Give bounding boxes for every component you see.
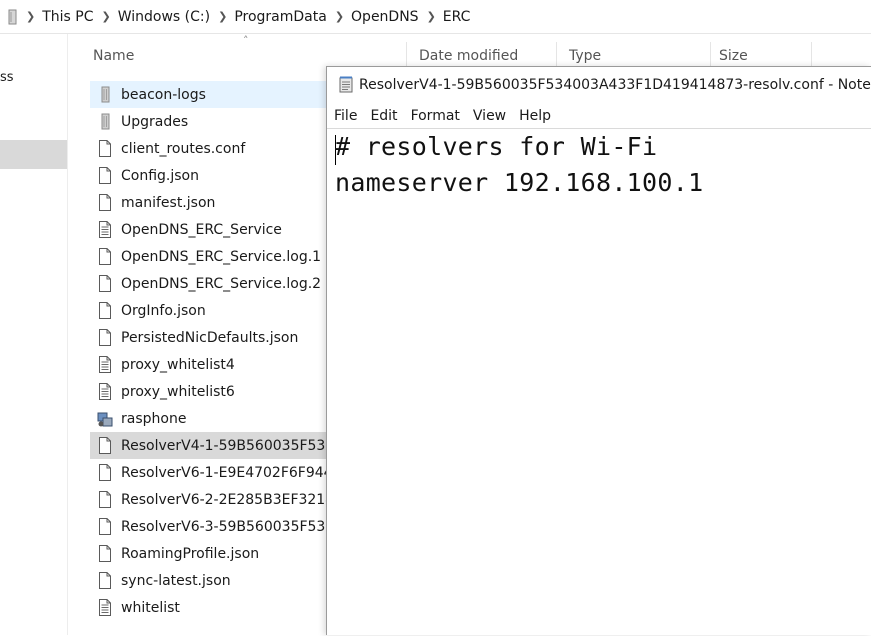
text-line-2: nameserver 192.168.100.1 <box>335 168 704 197</box>
file-icon <box>97 490 113 509</box>
file-name: proxy_whitelist4 <box>121 356 235 373</box>
file-icon <box>97 247 113 266</box>
file-row[interactable]: ResolverV6-3-59B560035F5340 <box>90 513 350 540</box>
nav-item-selected[interactable] <box>0 140 67 169</box>
chevron-right-icon[interactable]: ❯ <box>335 10 344 23</box>
file-row[interactable]: RoamingProfile.json <box>90 540 350 567</box>
file-icon <box>97 166 113 185</box>
file-name: RoamingProfile.json <box>121 545 260 562</box>
file-row[interactable]: OrgInfo.json <box>90 297 350 324</box>
file-row[interactable]: ResolverV6-1-E9E4702F6F94438 <box>90 459 350 486</box>
navigation-pane: ss <box>0 34 68 635</box>
drive-icon <box>8 9 18 25</box>
column-divider[interactable] <box>811 42 812 68</box>
file-row[interactable]: manifest.json <box>90 189 350 216</box>
file-name: Upgrades <box>121 113 189 130</box>
text-file-icon <box>97 355 113 374</box>
phonebook-icon <box>97 409 113 428</box>
column-size[interactable]: Size <box>719 48 748 64</box>
address-bar[interactable]: ❯ This PC ❯ Windows (C:) ❯ ProgramData ❯… <box>0 0 871 34</box>
file-name: ResolverV6-2-2E285B3EF32140 <box>121 491 344 508</box>
file-icon <box>97 436 113 455</box>
chevron-right-icon[interactable]: ❯ <box>102 10 111 23</box>
nav-item-label[interactable]: ss <box>0 70 14 85</box>
file-row[interactable]: ResolverV4-1-59B560035F534003A433F1D4194… <box>90 432 326 459</box>
chevron-right-icon[interactable]: ❯ <box>427 10 436 23</box>
column-date-modified[interactable]: Date modified <box>419 48 518 64</box>
menu-edit[interactable]: Edit <box>364 108 403 124</box>
column-divider[interactable] <box>556 42 557 68</box>
file-icon <box>97 301 113 320</box>
file-row[interactable]: PersistedNicDefaults.json <box>90 324 350 351</box>
breadcrumb-opendns[interactable]: OpenDNS <box>351 9 419 25</box>
menu-bar: File Edit Format View Help <box>327 104 871 128</box>
breadcrumb-erc[interactable]: ERC <box>443 9 471 25</box>
text-file-icon <box>97 598 113 617</box>
file-row[interactable]: OpenDNS_ERC_Service <box>90 216 350 243</box>
window-title: ResolverV4-1-59B560035F534003A433F1D4194… <box>359 76 871 93</box>
file-name: Config.json <box>121 167 199 184</box>
file-row[interactable]: whitelist <box>90 594 350 621</box>
chevron-right-icon[interactable]: ❯ <box>26 10 35 23</box>
file-row[interactable]: OpenDNS_ERC_Service.log.1 <box>90 243 350 270</box>
menu-view[interactable]: View <box>467 108 512 124</box>
file-name: client_routes.conf <box>121 140 246 157</box>
file-icon <box>97 139 113 158</box>
file-name: ResolverV4-1-59B560035F534003A433F1D4194… <box>121 437 326 454</box>
text-file-icon <box>97 220 113 239</box>
file-row[interactable]: proxy_whitelist4 <box>90 351 350 378</box>
file-icon <box>97 571 113 590</box>
text-file-icon <box>97 382 113 401</box>
file-row[interactable]: OpenDNS_ERC_Service.log.2 <box>90 270 350 297</box>
sort-up-icon: ˄ <box>243 34 249 47</box>
file-icon <box>97 517 113 536</box>
text-editor-area[interactable]: # resolvers for Wi-Fi nameserver 192.168… <box>327 128 871 636</box>
breadcrumb-programdata[interactable]: ProgramData <box>234 9 327 25</box>
title-bar[interactable]: ResolverV4-1-59B560035F534003A433F1D4194… <box>327 67 871 102</box>
file-name: proxy_whitelist6 <box>121 383 235 400</box>
text-line-1: # resolvers for Wi-Fi <box>335 132 658 161</box>
file-row[interactable]: sync-latest.json <box>90 567 350 594</box>
column-divider[interactable] <box>406 42 407 68</box>
file-row[interactable]: rasphone <box>90 405 350 432</box>
file-row[interactable]: client_routes.conf <box>90 135 350 162</box>
menu-help[interactable]: Help <box>513 108 557 124</box>
file-name: beacon-logs <box>121 86 206 103</box>
folder-icon <box>97 112 113 131</box>
file-name: PersistedNicDefaults.json <box>121 329 299 346</box>
file-icon <box>97 193 113 212</box>
file-name: OrgInfo.json <box>121 302 206 319</box>
breadcrumb-this-pc[interactable]: This PC <box>42 9 93 25</box>
file-name: whitelist <box>121 599 180 616</box>
file-row[interactable]: beacon-logs <box>90 81 326 108</box>
breadcrumb-windows-c[interactable]: Windows (C:) <box>118 9 210 25</box>
file-name: ResolverV6-1-E9E4702F6F94438 <box>121 464 350 481</box>
file-name: OpenDNS_ERC_Service.log.2 <box>121 275 322 292</box>
menu-format[interactable]: Format <box>405 108 466 124</box>
notepad-window: ResolverV4-1-59B560035F534003A433F1D4194… <box>326 66 871 635</box>
file-name: OpenDNS_ERC_Service.log.1 <box>121 248 322 265</box>
chevron-right-icon[interactable]: ❯ <box>218 10 227 23</box>
file-name: OpenDNS_ERC_Service <box>121 221 282 238</box>
file-name: sync-latest.json <box>121 572 231 589</box>
file-row[interactable]: proxy_whitelist6 <box>90 378 350 405</box>
column-divider[interactable] <box>710 42 711 68</box>
file-icon <box>97 274 113 293</box>
column-name[interactable]: Name <box>93 48 134 64</box>
file-name: rasphone <box>121 410 187 427</box>
file-row[interactable]: ResolverV6-2-2E285B3EF32140 <box>90 486 350 513</box>
notepad-icon <box>339 76 353 93</box>
folder-icon <box>97 85 113 104</box>
file-icon <box>97 544 113 563</box>
file-row[interactable]: Config.json <box>90 162 350 189</box>
column-type[interactable]: Type <box>569 48 601 64</box>
file-name: manifest.json <box>121 194 216 211</box>
file-row[interactable]: Upgrades <box>90 108 350 135</box>
file-icon <box>97 328 113 347</box>
file-name: ResolverV6-3-59B560035F5340 <box>121 518 344 535</box>
menu-file[interactable]: File <box>328 108 363 124</box>
file-icon <box>97 463 113 482</box>
